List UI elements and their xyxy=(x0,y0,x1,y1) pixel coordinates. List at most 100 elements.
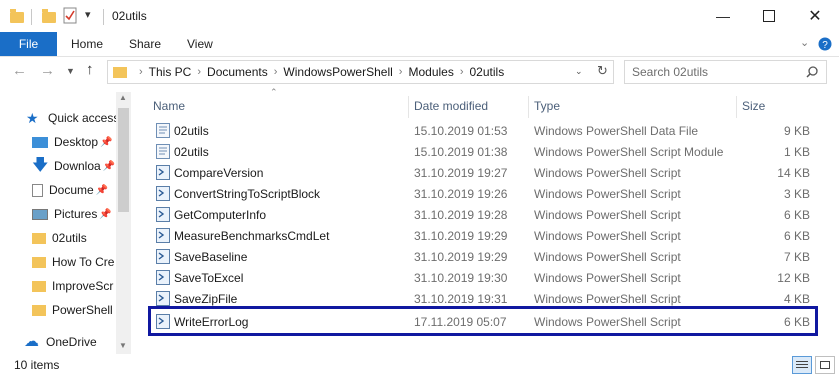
file-name: GetComputerInfo xyxy=(174,207,267,222)
nav-scrollbar-thumb[interactable] xyxy=(118,108,129,212)
scroll-up-icon[interactable]: ▲ xyxy=(119,93,127,102)
forward-arrow-icon[interactable]: → xyxy=(40,62,55,79)
nav-item-quick-access[interactable]: ★ Quick access xyxy=(26,107,126,129)
file-size: 14 KB xyxy=(777,165,810,180)
nav-item-label: Pictures xyxy=(54,207,98,221)
pin-icon: 📌 xyxy=(99,208,112,220)
maximize-icon xyxy=(763,10,775,22)
file-type: Windows PowerShell Script xyxy=(534,270,681,285)
table-row[interactable]: CompareVersion 31.10.2019 19:27 Windows Po… xyxy=(150,162,822,183)
breadcrumb-documents[interactable]: Documents xyxy=(207,65,268,79)
minimize-button[interactable]: — xyxy=(700,0,746,32)
column-divider[interactable] xyxy=(736,96,737,118)
ps1-icon xyxy=(156,165,170,180)
breadcrumb-windowspowershell[interactable]: WindowsPowerShell xyxy=(283,65,392,79)
folder-icon xyxy=(10,9,24,23)
address-dropdown-icon[interactable]: ⌄ xyxy=(575,66,583,77)
file-name: MeasureBenchmarksCmdLet xyxy=(174,228,330,243)
file-name: SaveToExcel xyxy=(174,270,244,285)
column-header-date[interactable]: Date modified xyxy=(414,96,488,116)
table-row[interactable]: GetComputerInfo 31.10.2019 19:28 Windows P… xyxy=(150,204,822,225)
nav-item-label: Quick access xyxy=(48,111,120,125)
table-row[interactable]: SaveToExcel 31.10.2019 19:30 Windows Power… xyxy=(150,267,822,288)
column-divider[interactable] xyxy=(528,96,529,118)
scroll-down-icon[interactable]: ▼ xyxy=(119,341,127,350)
column-header-type[interactable]: Type xyxy=(534,96,560,116)
search-input[interactable]: Search 02utils xyxy=(624,60,827,84)
back-arrow-icon[interactable]: ← xyxy=(12,62,27,79)
column-header-name[interactable]: Name xyxy=(153,96,185,116)
nav-item-onedrive[interactable]: ☁ OneDrive xyxy=(24,331,116,353)
file-size: 12 KB xyxy=(777,270,810,285)
file-date: 17.11.2019 05:07 xyxy=(414,314,507,329)
file-date: 31.10.2019 19:28 xyxy=(414,207,508,222)
pin-icon: 📌 xyxy=(95,184,109,196)
close-button[interactable]: ✕ xyxy=(792,0,838,32)
table-row[interactable]: MeasureBenchmarksCmdLet 31.10.2019 19:29 W… xyxy=(150,225,822,246)
ps1-icon xyxy=(156,314,170,329)
file-type: Windows PowerShell Script xyxy=(534,249,681,264)
table-row[interactable]: 02utils 15.10.2019 01:53 Windows PowerShel… xyxy=(150,120,822,141)
table-row[interactable]: SaveBaseline 31.10.2019 19:29 Windows Powe… xyxy=(150,246,822,267)
close-icon: ✕ xyxy=(808,8,822,25)
ps1-icon xyxy=(156,186,170,201)
file-size: 6 KB xyxy=(783,228,810,243)
large-icons-view-icon xyxy=(820,361,830,369)
details-view-icon xyxy=(796,361,808,362)
file-size: 3 KB xyxy=(783,186,810,201)
nav-item-label: How To Cre xyxy=(52,255,115,269)
pin-icon: 📌 xyxy=(100,136,113,148)
nav-item-how-to-create[interactable]: How To Cre xyxy=(32,251,116,273)
breadcrumb-this-pc[interactable]: This PC xyxy=(149,65,192,79)
file-size: 6 KB xyxy=(783,314,810,329)
breadcrumb-modules[interactable]: Modules xyxy=(408,65,453,79)
tab-share[interactable]: Share xyxy=(129,32,161,56)
expand-ribbon-icon[interactable]: ⌄ xyxy=(800,36,809,49)
star-icon: ★ xyxy=(26,110,39,126)
nav-item-documents[interactable]: Docume 📌 xyxy=(32,179,116,201)
up-arrow-icon[interactable]: ↑ xyxy=(86,61,94,78)
breadcrumb-02utils[interactable]: 02utils xyxy=(470,65,505,79)
svg-text:?: ? xyxy=(822,40,828,51)
breadcrumb-separator: › xyxy=(197,66,202,78)
file-type: Windows PowerShell Script xyxy=(534,186,681,201)
column-header-size[interactable]: Size xyxy=(742,96,765,116)
pin-icon: 📌 xyxy=(102,160,116,172)
new-folder-icon[interactable] xyxy=(42,9,56,23)
ps1-icon xyxy=(156,228,170,243)
customize-quick-access-icon[interactable]: ▾ xyxy=(85,8,91,21)
nav-item-pictures[interactable]: Pictures 📌 xyxy=(32,203,116,225)
nav-item-powershell[interactable]: PowerShell xyxy=(32,299,116,321)
nav-item-desktop[interactable]: Desktop 📌 xyxy=(32,131,124,153)
ps1-icon xyxy=(156,270,170,285)
toolbar-divider xyxy=(31,9,32,25)
folder-icon xyxy=(32,304,46,316)
address-bar[interactable]: › This PC › Documents › WindowsPowerShel… xyxy=(107,60,614,84)
tab-view[interactable]: View xyxy=(187,32,213,56)
file-date: 31.10.2019 19:26 xyxy=(414,186,508,201)
help-icon[interactable]: ? xyxy=(818,37,832,51)
file-date: 31.10.2019 19:29 xyxy=(414,228,508,243)
nav-item-downloads[interactable]: 🡇 Downloa 📌 xyxy=(32,155,116,177)
details-view-button[interactable] xyxy=(792,356,812,374)
ps1-icon xyxy=(156,207,170,222)
pictures-icon xyxy=(32,208,48,220)
recent-locations-icon[interactable]: ▼ xyxy=(66,66,75,76)
table-row[interactable]: ConvertStringToScriptBlock 31.10.2019 19:… xyxy=(150,183,822,204)
nav-item-improvescripts[interactable]: ImproveScr xyxy=(32,275,116,297)
properties-icon[interactable] xyxy=(63,7,77,24)
file-date: 31.10.2019 19:30 xyxy=(414,270,508,285)
cloud-icon: ☁ xyxy=(24,333,39,350)
large-icons-view-button[interactable] xyxy=(815,356,835,374)
tab-home[interactable]: Home xyxy=(71,32,103,56)
file-size: 6 KB xyxy=(783,207,810,222)
maximize-button[interactable] xyxy=(746,0,792,32)
refresh-icon[interactable]: ↻ xyxy=(597,63,608,79)
table-row[interactable]: 02utils 15.10.2019 01:38 Windows PowerShel… xyxy=(150,141,822,162)
ps1-icon xyxy=(156,249,170,264)
file-name: 02utils xyxy=(174,144,209,159)
file-tab[interactable]: File xyxy=(0,32,57,56)
table-row-highlighted[interactable]: WriteErrorLog 17.11.2019 05:07 Windows P… xyxy=(150,311,822,332)
nav-item-02utils[interactable]: 02utils xyxy=(32,227,116,249)
column-divider[interactable] xyxy=(408,96,409,118)
